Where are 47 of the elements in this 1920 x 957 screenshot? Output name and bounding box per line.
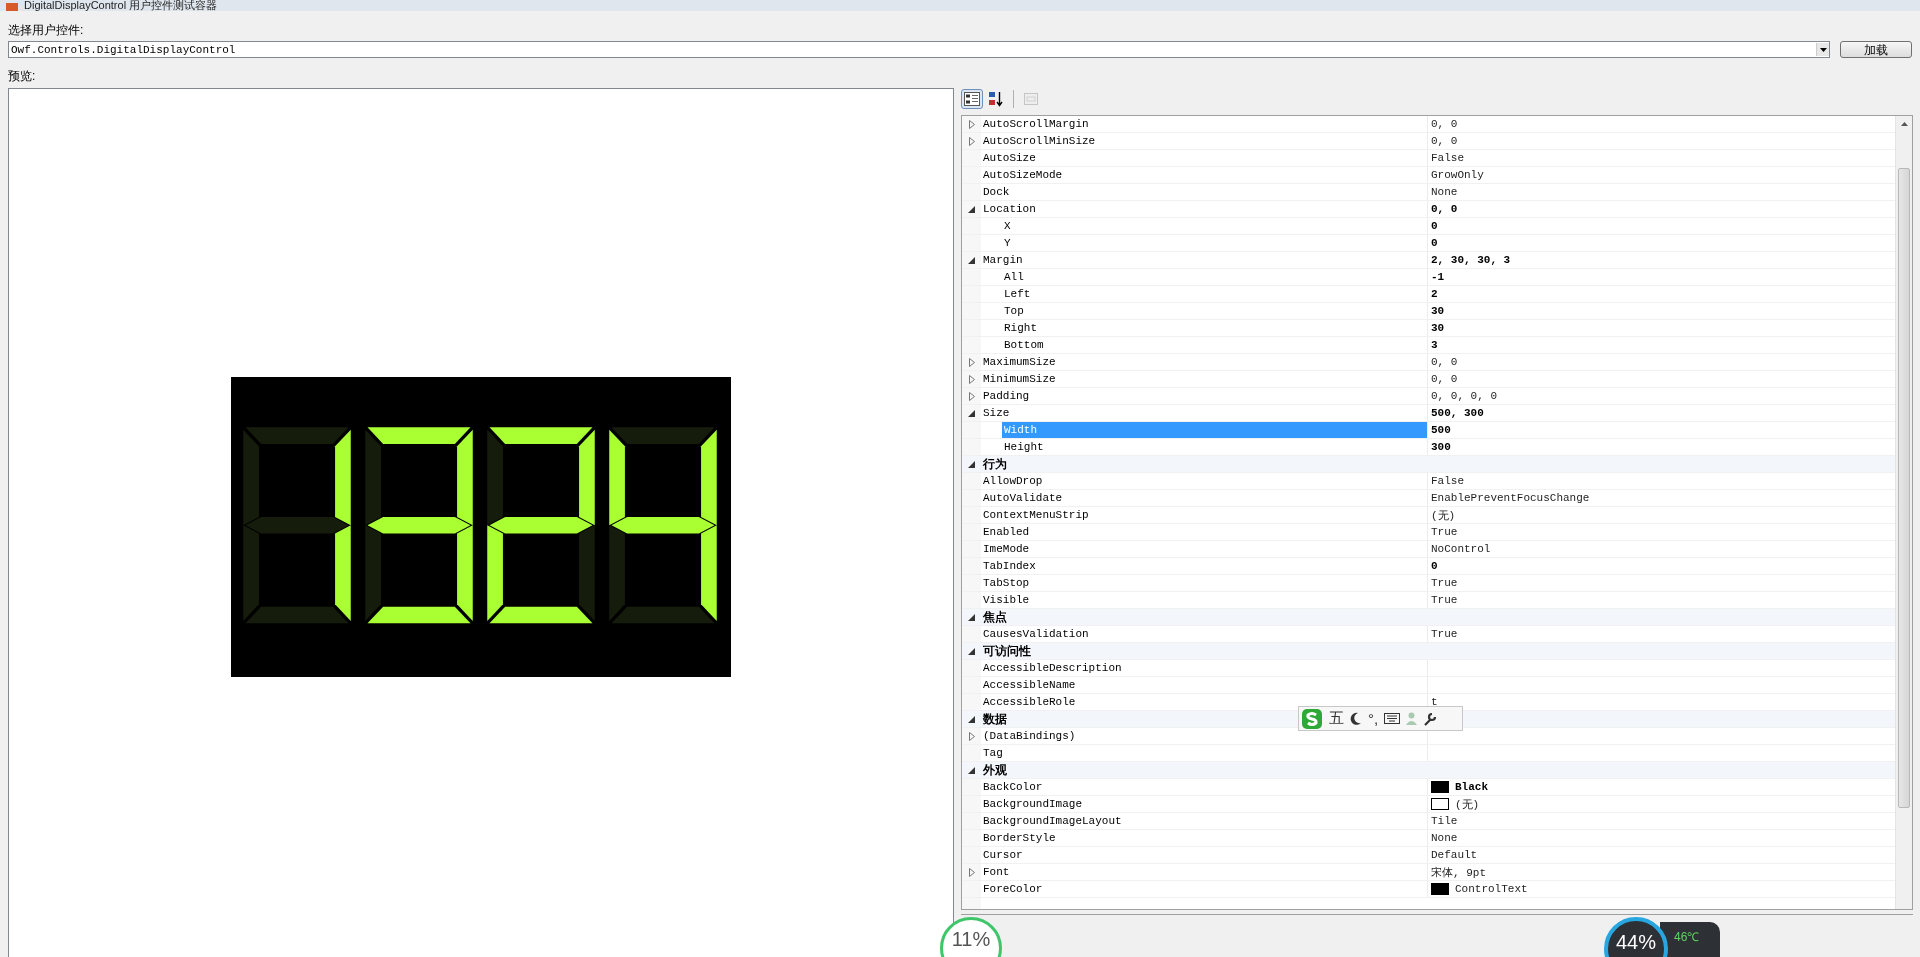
- property-value: EnablePreventFocusChange: [1431, 492, 1590, 504]
- window-title: DigitalDisplayControl 用户控件测试容器: [24, 0, 218, 11]
- property-value: 30: [1431, 322, 1445, 334]
- property-value: True: [1431, 628, 1458, 640]
- property-value: 3: [1431, 339, 1438, 351]
- property-value: 0, 0: [1431, 356, 1458, 368]
- property-value: 0: [1431, 237, 1438, 249]
- property-value: 0, 0: [1431, 373, 1458, 385]
- property-value: True: [1431, 577, 1458, 589]
- property-value: Black: [1455, 781, 1488, 793]
- usage-meter: 11%: [940, 917, 1002, 957]
- property-value: True: [1431, 526, 1458, 538]
- property-value: 500: [1431, 424, 1451, 436]
- property-value: (无): [1431, 508, 1456, 523]
- property-value: 0, 0: [1431, 203, 1458, 215]
- property-value: 300: [1431, 441, 1451, 453]
- property-value: 2, 30, 30, 3: [1431, 254, 1511, 266]
- cpu-meter: 44%: [1604, 917, 1668, 957]
- property-value: False: [1431, 152, 1464, 164]
- category-title: 焦点: [982, 609, 1007, 625]
- property-value: 0, 0: [1431, 135, 1458, 147]
- property-value: Tile: [1431, 815, 1458, 827]
- property-value: 宋体, 9pt: [1431, 865, 1486, 880]
- property-value: False: [1431, 475, 1464, 487]
- preview-label: 预览:: [8, 69, 37, 83]
- property-value: 0, 0, 0, 0: [1431, 390, 1497, 402]
- property-value: (无): [1455, 797, 1480, 812]
- property-value: Default: [1431, 849, 1478, 861]
- category-title: 外观: [982, 762, 1007, 778]
- property-value: 0: [1431, 560, 1438, 572]
- property-value: GrowOnly: [1431, 169, 1484, 181]
- property-value: True: [1431, 594, 1458, 606]
- category-title: 可访问性: [982, 643, 1031, 659]
- property-value: 0: [1431, 220, 1438, 232]
- property-value: None: [1431, 832, 1458, 844]
- property-value: 500, 300: [1431, 407, 1484, 419]
- category-title: 数据: [982, 711, 1007, 727]
- property-value: NoControl: [1431, 543, 1491, 555]
- picker-label: 选择用户控件:: [8, 23, 85, 37]
- property-value: 30: [1431, 305, 1445, 317]
- property-value: None: [1431, 186, 1458, 198]
- property-value: 2: [1431, 288, 1438, 300]
- property-value: t: [1431, 696, 1438, 708]
- category-title: 行为: [982, 456, 1007, 472]
- property-value: 0, 0: [1431, 118, 1458, 130]
- property-value: -1: [1431, 271, 1445, 283]
- property-value: ControlText: [1455, 883, 1528, 895]
